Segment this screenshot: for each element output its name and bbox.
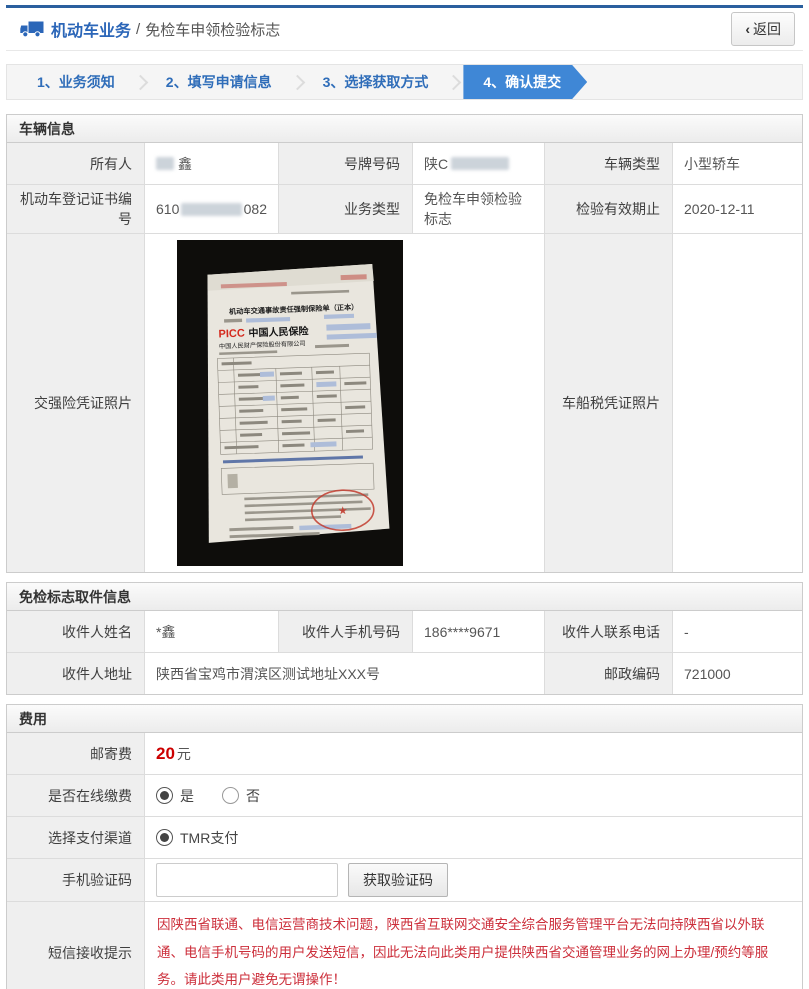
- pay-channel-tmr-label: TMR支付: [180, 829, 239, 846]
- postage-value: 20 元: [144, 733, 802, 774]
- sms-notice-text: 因陕西省联通、电信运营商技术问题，陕西省互联网交通安全综合服务管理平台无法向持陕…: [157, 917, 769, 988]
- online-pay-label: 是否在线缴费: [7, 775, 144, 816]
- valid-until-value: 2020-12-11: [672, 185, 802, 233]
- sms-code-row: 获取验证码: [144, 859, 802, 901]
- chevron-right-icon: [446, 74, 462, 90]
- recipient-tel-value: -: [672, 611, 802, 652]
- masked-text: [181, 202, 242, 216]
- sms-code-label: 手机验证码: [7, 859, 144, 901]
- insurance-photo-cell: 机动车交通事故责任强制保险单（正本） PICC 中国人民保险 中国人民财产保险股…: [144, 234, 544, 572]
- fee-header: 费用: [7, 705, 802, 733]
- postage-amount: 20: [156, 743, 175, 763]
- chevron-right-icon: [289, 74, 305, 90]
- back-button[interactable]: ‹ 返回: [731, 12, 795, 46]
- biztype-label: 业务类型: [278, 185, 412, 233]
- online-pay-no-label: 否: [246, 787, 260, 804]
- tax-photo-cell-empty: [672, 234, 802, 572]
- back-button-label: 返回: [753, 21, 781, 37]
- step-tab-1[interactable]: 1、业务须知: [21, 65, 131, 99]
- svg-text:★: ★: [338, 505, 348, 517]
- regno-value: 610 082: [144, 185, 278, 233]
- table-row: 机动车登记证书编号 610 082 业务类型 免检车申领检验标志 检验有效期止 2…: [7, 184, 802, 233]
- pay-channel-label: 选择支付渠道: [7, 817, 144, 858]
- back-chevron-icon: ‹: [745, 21, 750, 37]
- step-tab-4-active[interactable]: 4、确认提交: [463, 65, 587, 99]
- vehicle-type-value: 小型轿车: [672, 143, 802, 184]
- get-sms-code-button[interactable]: 获取验证码: [348, 863, 448, 897]
- page-header: 机动车业务 / 免检车申领检验标志 ‹ 返回: [6, 8, 803, 51]
- postage-label: 邮寄费: [7, 733, 144, 774]
- recipient-phone-label: 收件人手机号码: [278, 611, 412, 652]
- recipient-name-label: 收件人姓名: [7, 611, 144, 652]
- table-row: 选择支付渠道 TMR支付: [7, 816, 802, 858]
- recipient-tel-label: 收件人联系电话: [544, 611, 672, 652]
- sms-notice-label: 短信接收提示: [7, 902, 144, 989]
- step-bar: 1、业务须知 2、填写申请信息 3、选择获取方式 4、确认提交: [6, 64, 803, 100]
- plate-value: 陕C: [412, 143, 544, 184]
- table-row: 交强险凭证照片 机动车交通事故责任强制保险单（正本） PICC 中国人民保险 中…: [7, 233, 802, 572]
- table-row: 收件人姓名 *鑫 收件人手机号码 186****9671 收件人联系电话 -: [7, 611, 802, 652]
- breadcrumb-separator: /: [136, 20, 141, 38]
- table-row: 邮寄费 20 元: [7, 733, 802, 774]
- plate-label: 号牌号码: [278, 143, 412, 184]
- biztype-value: 免检车申领检验标志: [412, 185, 544, 233]
- recipient-address-label: 收件人地址: [7, 653, 144, 694]
- regno-label: 机动车登记证书编号: [7, 185, 144, 233]
- table-row: 收件人地址 陕西省宝鸡市渭滨区测试地址XXX号 邮政编码 721000: [7, 652, 802, 694]
- zip-code-label: 邮政编码: [544, 653, 672, 694]
- pay-channel-options: TMR支付: [144, 817, 802, 858]
- recipient-name-value: *鑫: [144, 611, 278, 652]
- page-title-primary: 机动车业务: [51, 23, 132, 40]
- recipient-phone-value: 186****9671: [412, 611, 544, 652]
- sms-code-input[interactable]: [156, 863, 338, 897]
- page-title: 机动车业务 / 免检车申领检验标志: [20, 17, 280, 41]
- postage-unit: 元: [176, 745, 191, 762]
- page: 机动车业务 / 免检车申领检验标志 ‹ 返回 1、业务须知 2、填写申请信息 3、…: [0, 0, 809, 989]
- zip-code-value: 721000: [672, 653, 802, 694]
- pickup-info-header: 免检标志取件信息: [7, 583, 802, 611]
- owner-value: 鑫: [144, 143, 278, 184]
- online-pay-no-radio[interactable]: [222, 787, 239, 804]
- fee-panel: 费用 邮寄费 20 元 是否在线缴费 是 否 选择支付渠道 TMR支付 手机验证…: [6, 704, 803, 989]
- table-row: 手机验证码 获取验证码: [7, 858, 802, 901]
- step-tab-3[interactable]: 3、选择获取方式: [307, 65, 445, 99]
- table-row: 短信接收提示 因陕西省联通、电信运营商技术问题，陕西省互联网交通安全综合服务管理…: [7, 901, 802, 989]
- svg-text:PICC: PICC: [218, 328, 245, 341]
- insurance-photo: 机动车交通事故责任强制保险单（正本） PICC 中国人民保险 中国人民财产保险股…: [177, 240, 403, 566]
- page-title-secondary: 免检车申领检验标志: [145, 21, 281, 39]
- online-pay-options: 是 否: [144, 775, 802, 816]
- tax-photo-label: 车船税凭证照片: [544, 234, 672, 572]
- valid-until-label: 检验有效期止: [544, 185, 672, 233]
- masked-text: [451, 157, 510, 170]
- pickup-info-panel: 免检标志取件信息 收件人姓名 *鑫 收件人手机号码 186****9671 收件…: [6, 582, 803, 695]
- owner-label: 所有人: [7, 143, 144, 184]
- online-pay-yes-label: 是: [180, 787, 194, 804]
- pay-channel-tmr-radio[interactable]: [156, 829, 173, 846]
- chevron-right-icon: [132, 74, 149, 90]
- vehicle-info-header: 车辆信息: [7, 115, 802, 143]
- insurance-photo-label: 交强险凭证照片: [7, 234, 144, 572]
- vehicle-type-label: 车辆类型: [544, 143, 672, 184]
- step-tab-2[interactable]: 2、填写申请信息: [150, 65, 288, 99]
- recipient-address-value: 陕西省宝鸡市渭滨区测试地址XXX号: [144, 653, 544, 694]
- masked-text: [156, 157, 174, 170]
- online-pay-yes-radio[interactable]: [156, 787, 173, 804]
- sms-notice-cell: 因陕西省联通、电信运营商技术问题，陕西省互联网交通安全综合服务管理平台无法向持陕…: [144, 902, 802, 989]
- truck-icon: [20, 21, 44, 38]
- vehicle-info-panel: 车辆信息 所有人 鑫 号牌号码 陕C 车辆类型 小型轿车 机动车登记证书编号 6…: [6, 114, 803, 573]
- table-row: 是否在线缴费 是 否: [7, 774, 802, 816]
- table-row: 所有人 鑫 号牌号码 陕C 车辆类型 小型轿车: [7, 143, 802, 184]
